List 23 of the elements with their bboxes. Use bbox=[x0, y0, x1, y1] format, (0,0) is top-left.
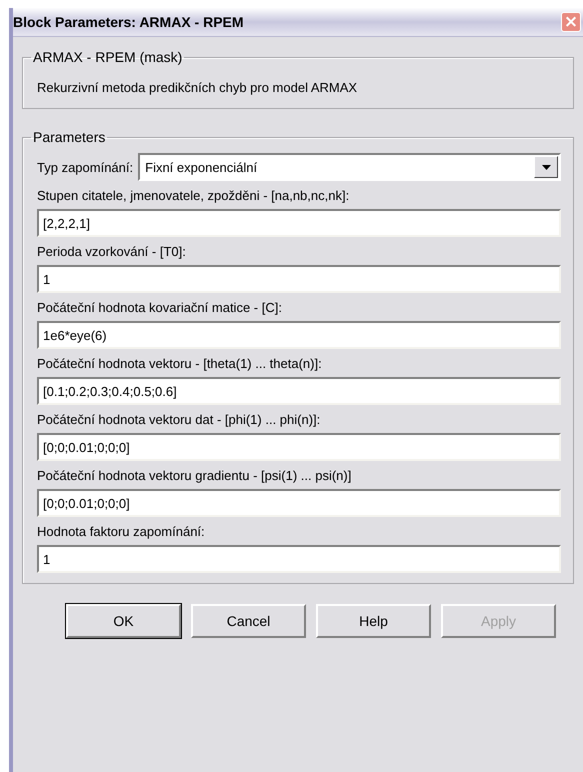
field-label: Typ zapomínání: bbox=[37, 160, 134, 174]
input-field[interactable]: [2,2,2,1] bbox=[37, 209, 561, 237]
window-title: Block Parameters: ARMAX - RPEM bbox=[13, 14, 244, 30]
group-title: ARMAX - RPEM (mask) bbox=[32, 49, 184, 65]
input-field[interactable]: 1 bbox=[37, 545, 561, 573]
field-label: Perioda vzorkování - [T0]: bbox=[37, 244, 187, 259]
field-label: Hodnota faktoru zapomínání: bbox=[37, 524, 206, 539]
field-label: Stupen citatele, jmenovatele, zpožděni - [na,nb,nc,nk]: bbox=[37, 188, 350, 203]
dialog-button[interactable]: Help bbox=[316, 604, 431, 638]
description: Rekurzivní metoda predikčních chyb pro model ARMAX bbox=[37, 79, 358, 95]
field-label: Počáteční hodnota vektoru dat - [phi(1) ... phi(n)]: bbox=[37, 412, 322, 427]
field-label: Počáteční hodnota kovariační matice - [C]: bbox=[37, 300, 283, 315]
dropdown[interactable]: Fixní exponenciální bbox=[138, 153, 561, 181]
input-field[interactable]: 1 bbox=[37, 265, 561, 293]
input-field[interactable]: 1e6*eye(6) bbox=[37, 321, 561, 349]
group-title: Parameters bbox=[32, 129, 106, 145]
input-field[interactable]: [0;0;0.01;0;0;0] bbox=[37, 433, 561, 461]
field-label: Počáteční hodnota vektoru gradientu - [psi(1) ... psi(n)] bbox=[37, 468, 352, 483]
input-field[interactable]: [0;0;0.01;0;0;0] bbox=[37, 489, 561, 517]
dialog-button[interactable]: OK bbox=[66, 604, 181, 638]
input-field[interactable]: [0.1;0.2;0.3;0.4;0.5;0.6] bbox=[37, 377, 561, 405]
dialog-button[interactable]: Cancel bbox=[191, 604, 306, 638]
field-label: Počáteční hodnota vektoru - [theta(1) ... theta(n)]: bbox=[37, 356, 323, 371]
